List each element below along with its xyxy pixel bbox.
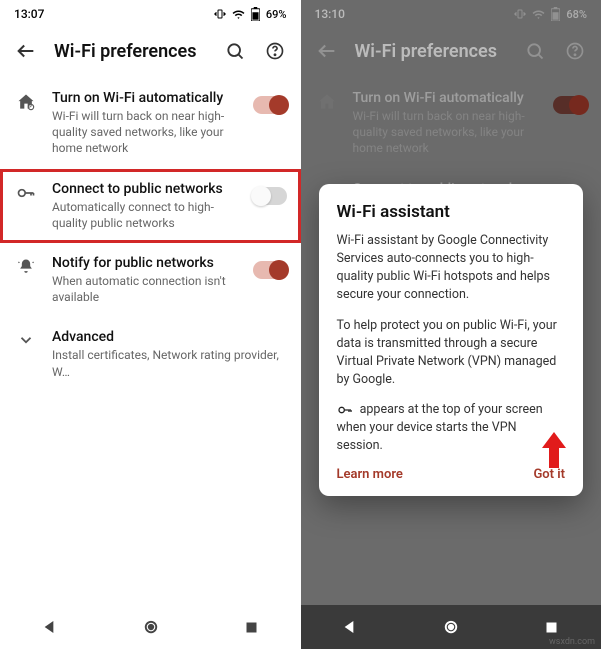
- battery-icon: [251, 7, 260, 21]
- status-battery: 68%: [566, 8, 587, 21]
- row-title: Turn on Wi-Fi automatically: [353, 90, 534, 106]
- row-advanced[interactable]: Advanced Install certificates, Network r…: [0, 317, 301, 391]
- status-time: 13:07: [14, 7, 44, 21]
- phone-left: 13:07 69% Wi-Fi preferences: [0, 0, 301, 649]
- toggle-notify-public[interactable]: [253, 261, 287, 279]
- dialog-p3: appears at the top of your screen when y…: [337, 401, 566, 455]
- help-button[interactable]: [263, 39, 287, 63]
- wifi-icon: [532, 8, 545, 21]
- status-time: 13:10: [315, 7, 345, 21]
- battery-icon: [551, 7, 560, 21]
- toggle-auto-wifi[interactable]: [253, 96, 287, 114]
- row-title: Notify for public networks: [52, 255, 233, 271]
- settings-list: Turn on Wi-Fi automatically Wi-Fi will t…: [0, 74, 301, 605]
- nav-home-icon[interactable]: [142, 618, 160, 636]
- help-button[interactable]: [563, 39, 587, 63]
- search-button[interactable]: [223, 39, 247, 63]
- nav-home-icon[interactable]: [442, 618, 460, 636]
- row-auto-wifi[interactable]: Turn on Wi-Fi automatically Wi-Fi will t…: [0, 78, 301, 169]
- toggle-auto-wifi: [553, 96, 587, 114]
- chevron-down-icon: [17, 331, 35, 349]
- vpn-key-icon: [337, 402, 353, 418]
- learn-more-button[interactable]: Learn more: [337, 467, 403, 482]
- nav-recent-icon[interactable]: [544, 620, 559, 635]
- row-auto-wifi: Turn on Wi-Fi automatically Wi-Fi will t…: [301, 78, 601, 169]
- row-title: Connect to public networks: [52, 181, 233, 197]
- status-battery: 69%: [266, 8, 287, 21]
- app-header: Wi-Fi preferences: [0, 28, 301, 74]
- page-title: Wi-Fi preferences: [355, 41, 508, 62]
- row-subtitle: When automatic connection isn't availabl…: [52, 273, 233, 305]
- home-icon: [317, 92, 337, 112]
- nav-bar: [0, 605, 301, 649]
- row-notify-public[interactable]: Notify for public networks When automati…: [0, 243, 301, 317]
- dialog-title: Wi-Fi assistant: [337, 202, 566, 222]
- home-icon: [16, 92, 36, 112]
- row-title: Advanced: [52, 329, 287, 345]
- nav-back-icon[interactable]: [42, 619, 58, 635]
- vibrate-icon: [514, 8, 526, 20]
- wifi-icon: [232, 8, 245, 21]
- status-icons: 68%: [514, 7, 587, 21]
- watermark: wsxdn.com: [549, 637, 595, 647]
- search-button[interactable]: [523, 39, 547, 63]
- row-subtitle: Automatically connect to high-quality pu…: [52, 199, 233, 231]
- key-icon: [16, 183, 36, 203]
- nav-back-icon[interactable]: [342, 619, 358, 635]
- row-public-connect[interactable]: Connect to public networks Automatically…: [0, 169, 301, 243]
- page-title: Wi-Fi preferences: [54, 41, 207, 62]
- nav-recent-icon[interactable]: [244, 620, 259, 635]
- status-bar: 13:07 69%: [0, 0, 301, 28]
- dialog-p2: To help protect you on public Wi-Fi, you…: [337, 317, 566, 390]
- toggle-public-connect[interactable]: [253, 187, 287, 205]
- row-title: Turn on Wi-Fi automatically: [52, 90, 233, 106]
- back-button[interactable]: [315, 39, 339, 63]
- status-bar: 13:10 68%: [301, 0, 601, 28]
- got-it-button[interactable]: Got it: [533, 467, 565, 482]
- row-subtitle: Wi-Fi will turn back on near high-qualit…: [353, 108, 534, 157]
- back-button[interactable]: [14, 39, 38, 63]
- row-subtitle: Install certificates, Network rating pro…: [52, 347, 287, 379]
- vibrate-icon: [214, 8, 226, 20]
- instruction-arrow-icon: [541, 432, 567, 468]
- dialog-p1: Wi-Fi assistant by Google Connectivity S…: [337, 232, 566, 305]
- status-icons: 69%: [214, 7, 287, 21]
- app-header: Wi-Fi preferences: [301, 28, 601, 74]
- phone-right: 13:10 68% Wi-Fi preferences: [301, 0, 601, 649]
- row-subtitle: Wi-Fi will turn back on near high-qualit…: [52, 108, 233, 157]
- bell-icon: [16, 257, 36, 277]
